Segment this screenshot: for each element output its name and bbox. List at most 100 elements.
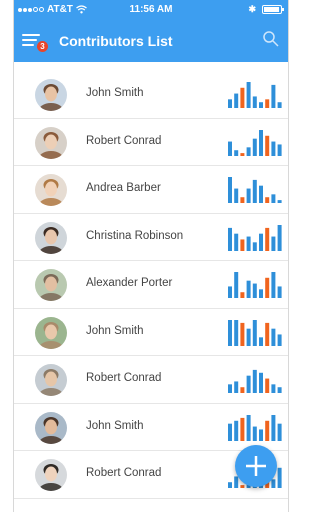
- contributor-row[interactable]: John Smith: [14, 404, 288, 451]
- chart-bar: [246, 328, 251, 346]
- contributor-row[interactable]: Christina Robinson: [14, 214, 288, 261]
- contributor-name: Andrea Barber: [86, 182, 161, 194]
- chart-bar: [259, 289, 263, 298]
- activity-chart: [228, 414, 282, 441]
- chart-bar: [277, 200, 282, 203]
- add-contributor-button[interactable]: [235, 445, 277, 487]
- avatar: [35, 174, 67, 206]
- chart-bar: [234, 93, 239, 108]
- chart-bar: [265, 197, 270, 203]
- contributor-name: Robert Conrad: [86, 134, 162, 147]
- chart-bar: [259, 428, 263, 441]
- avatar: [35, 316, 67, 349]
- chart-bar: [228, 227, 232, 251]
- avatar: [35, 79, 67, 111]
- chart-bar: [228, 177, 232, 203]
- chart-bar: [252, 319, 257, 346]
- chart-bar: [271, 328, 276, 346]
- status-bar: AT&T 11:56 AM ✱: [14, 0, 288, 20]
- contributor-name: John Smith: [86, 419, 144, 432]
- chart-bar: [240, 387, 245, 393]
- activity-chart: [228, 129, 282, 156]
- chart-bar: [271, 414, 276, 441]
- chart-bar: [265, 322, 270, 346]
- chart-bar: [240, 292, 245, 298]
- contributor-row[interactable]: Robert Conrad: [14, 356, 288, 404]
- chart-bar: [265, 378, 270, 393]
- chart-bar: [234, 149, 239, 156]
- chart-bar: [271, 141, 276, 156]
- chart-bar: [265, 277, 270, 298]
- chart-bar: [234, 272, 239, 298]
- chart-bar: [234, 420, 239, 441]
- avatar: [35, 411, 67, 444]
- contributor-name: Christina Robinson: [86, 229, 184, 242]
- chart-bar: [265, 420, 270, 441]
- chart-bar: [246, 146, 251, 156]
- avatar: [35, 221, 67, 254]
- chart-bar: [277, 333, 282, 346]
- phone-screen: AT&T 11:56 AM ✱ 3 Contributors List John…: [13, 0, 289, 512]
- chart-bar: [228, 423, 232, 441]
- chart-bar: [271, 272, 276, 298]
- contributor-row[interactable]: Robert Conrad: [14, 119, 288, 166]
- chart-bar: [277, 286, 282, 298]
- activity-chart: [228, 272, 282, 298]
- chart-bar: [252, 426, 257, 441]
- chart-bar: [240, 238, 245, 251]
- chart-bar: [277, 423, 282, 441]
- avatar: [35, 126, 67, 159]
- activity-chart: [228, 369, 282, 393]
- chart-bar: [228, 141, 232, 156]
- contributors-list: John Smith Robert Conrad Andrea Barber Chri…: [14, 71, 288, 499]
- activity-chart: [228, 82, 282, 108]
- contributor-row[interactable]: Alexander Porter: [14, 261, 288, 309]
- chart-bar: [228, 482, 232, 488]
- chart-bar: [265, 99, 270, 108]
- avatar: [35, 269, 67, 301]
- chart-bar: [228, 384, 232, 393]
- chart-bar: [252, 96, 257, 108]
- chart-bar: [271, 384, 276, 393]
- chart-bar: [234, 233, 239, 251]
- contributor-name: Robert Conrad: [86, 372, 162, 384]
- chart-bar: [259, 129, 263, 156]
- chart-bar: [271, 236, 276, 251]
- chart-bar: [259, 372, 263, 393]
- chart-bar: [234, 188, 239, 203]
- menu-button[interactable]: 3: [22, 31, 48, 52]
- contributor-row[interactable]: John Smith: [14, 309, 288, 356]
- navigation-bar: 3 Contributors List: [14, 20, 288, 62]
- chart-bar: [277, 102, 282, 108]
- contributor-row[interactable]: John Smith: [14, 71, 288, 119]
- chart-bar: [240, 197, 245, 203]
- chart-bar: [234, 381, 239, 393]
- chart-bar: [265, 135, 270, 156]
- bluetooth-icon: ✱: [248, 4, 256, 14]
- contributor-row[interactable]: Andrea Barber: [14, 166, 288, 214]
- chart-bar: [252, 283, 257, 298]
- chart-bar: [234, 319, 239, 346]
- chart-bar: [277, 387, 282, 393]
- search-button[interactable]: [262, 30, 280, 48]
- chart-bar: [252, 369, 257, 393]
- search-icon: [263, 31, 279, 47]
- avatar: [35, 459, 67, 491]
- chart-bar: [246, 188, 251, 203]
- chart-bar: [246, 236, 251, 251]
- chart-bar: [228, 319, 232, 346]
- contributor-name: John Smith: [86, 87, 144, 99]
- plus-icon: [246, 456, 266, 476]
- chart-bar: [240, 87, 245, 108]
- chart-bar: [246, 280, 251, 298]
- chart-bar: [265, 227, 270, 251]
- activity-chart: [228, 224, 282, 251]
- chart-bar: [240, 152, 245, 156]
- avatar: [35, 364, 67, 396]
- chart-bar: [252, 179, 257, 203]
- chart-bar: [271, 84, 276, 108]
- chart-bar: [259, 102, 263, 108]
- battery-icon: [262, 5, 284, 14]
- chart-bar: [228, 286, 232, 298]
- activity-chart: [228, 319, 282, 346]
